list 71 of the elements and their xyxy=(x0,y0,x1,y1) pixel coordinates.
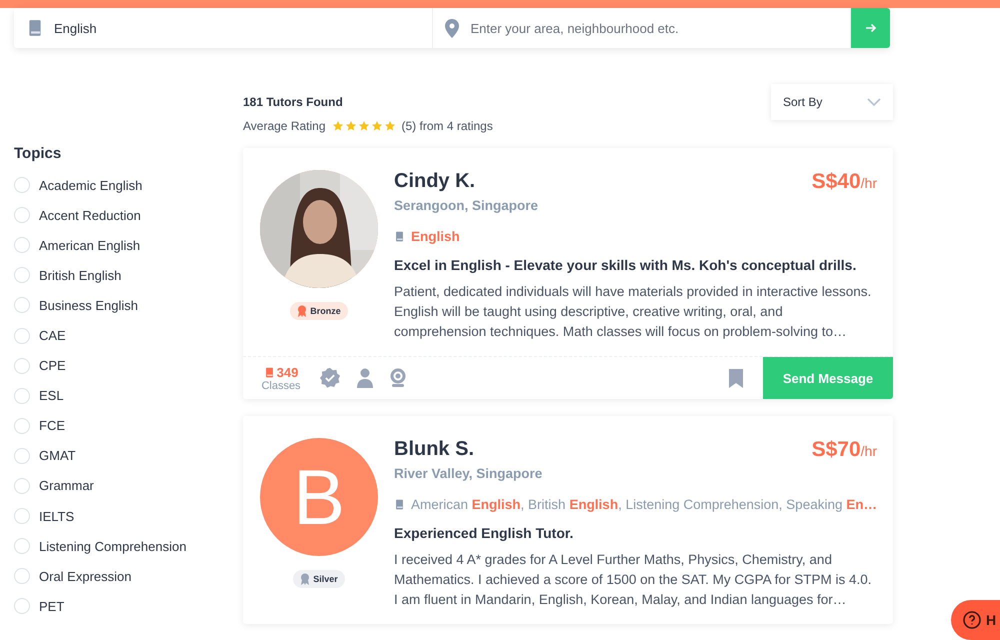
person-icon xyxy=(356,368,374,388)
topic-label[interactable]: Grammar xyxy=(39,478,94,494)
tier-badge: Silver xyxy=(293,570,345,588)
classes-count: 349 xyxy=(264,364,298,380)
topic-label[interactable]: IELTS xyxy=(39,508,74,524)
search-button[interactable] xyxy=(851,8,890,48)
radio-button[interactable] xyxy=(14,237,30,254)
rating-label: Average Rating xyxy=(243,119,326,133)
radio-button[interactable] xyxy=(14,297,30,314)
radio-button[interactable] xyxy=(14,598,30,614)
star-icon xyxy=(384,120,396,132)
topic-label[interactable]: CPE xyxy=(39,358,66,374)
radio-button[interactable] xyxy=(14,478,30,494)
radio-button[interactable] xyxy=(14,358,30,374)
chevron-down-icon xyxy=(867,98,881,106)
subject-field[interactable]: English xyxy=(54,20,97,36)
topics-heading: Topics xyxy=(14,145,62,162)
tutor-location: River Valley, Singapore xyxy=(394,466,544,481)
topic-label[interactable]: Academic English xyxy=(39,178,142,193)
radio-button[interactable] xyxy=(14,568,30,584)
tutor-name[interactable]: Blunk S. xyxy=(394,438,474,462)
radio-button[interactable] xyxy=(14,508,30,524)
radio-button[interactable] xyxy=(14,328,30,344)
topic-label[interactable]: ESL xyxy=(39,388,64,404)
radio-button[interactable] xyxy=(14,207,30,224)
tutor-location: Serangoon, Singapore xyxy=(394,198,540,213)
help-button[interactable]: H xyxy=(951,600,1000,640)
radio-button[interactable] xyxy=(14,177,30,194)
price: S$70/hr xyxy=(812,438,877,462)
subjects: American English, British English, Listening Comprehension, Speaking En… xyxy=(411,497,877,512)
radio-button[interactable] xyxy=(14,267,30,284)
radio-button[interactable] xyxy=(14,538,30,554)
rating-summary: (5) from 4 ratings xyxy=(402,119,493,133)
topic-label[interactable]: Business English xyxy=(39,298,138,313)
topic-label[interactable]: FCE xyxy=(39,418,65,434)
sort-dropdown[interactable]: Sort By xyxy=(771,84,893,120)
topic-label[interactable]: PET xyxy=(39,598,64,614)
tutor-description: I received 4 A* grades for A Level Further Maths, Physics, Chemistry, and Mathematics. I achieved a score of 1500 on the SAT. My CGPA for STPM is 4.0. I am fluent in Mandarin, English, Korean, Malay, and Indian languages for… xyxy=(394,551,872,609)
star-icon xyxy=(344,120,356,132)
topic-label[interactable]: American English xyxy=(39,238,140,253)
location-pin-icon xyxy=(444,18,458,38)
subjects: English xyxy=(411,229,460,244)
arrow-right-icon xyxy=(864,22,876,34)
verified-badge-icon xyxy=(319,367,341,389)
topic-label[interactable]: CAE xyxy=(39,328,66,344)
topic-label[interactable]: Oral Expression xyxy=(39,568,132,584)
tutor-headline: Excel in English - Elevate your skills with Ms. Koh's conceptual drills. xyxy=(394,257,858,273)
radio-button[interactable] xyxy=(14,418,30,434)
radio-button[interactable] xyxy=(14,448,30,464)
bookmark-icon[interactable] xyxy=(729,368,743,388)
star-icon xyxy=(358,120,370,132)
book-icon xyxy=(394,499,405,510)
tutor-name[interactable]: Cindy K. xyxy=(394,170,476,194)
webcam-icon xyxy=(389,368,407,388)
tutor-description: Patient, dedicated individuals will have materials provided in interactive lessons. English will be taught using descriptive, creative writing, oral, and comprehension techniques. Math classes will focus on problem-solving to… xyxy=(394,283,872,341)
tutor-headline: Experienced English Tutor. xyxy=(394,525,574,541)
question-icon xyxy=(963,611,981,629)
radio-button[interactable] xyxy=(14,388,30,404)
avatar-initial: B xyxy=(260,438,378,556)
star-icon xyxy=(332,120,344,132)
star-icon xyxy=(370,120,382,132)
price: S$40/hr xyxy=(812,170,877,194)
topic-label[interactable]: Listening Comprehension xyxy=(39,538,186,554)
topic-label[interactable]: British English xyxy=(39,268,122,283)
classes-label: Classes xyxy=(261,380,301,392)
topic-label[interactable]: Accent Reduction xyxy=(39,208,141,223)
results-count: 181 Tutors Found xyxy=(243,95,344,109)
tier-badge: Bronze xyxy=(290,302,348,320)
book-icon xyxy=(264,366,275,378)
book-icon xyxy=(394,231,405,242)
topic-label[interactable]: GMAT xyxy=(39,448,76,464)
